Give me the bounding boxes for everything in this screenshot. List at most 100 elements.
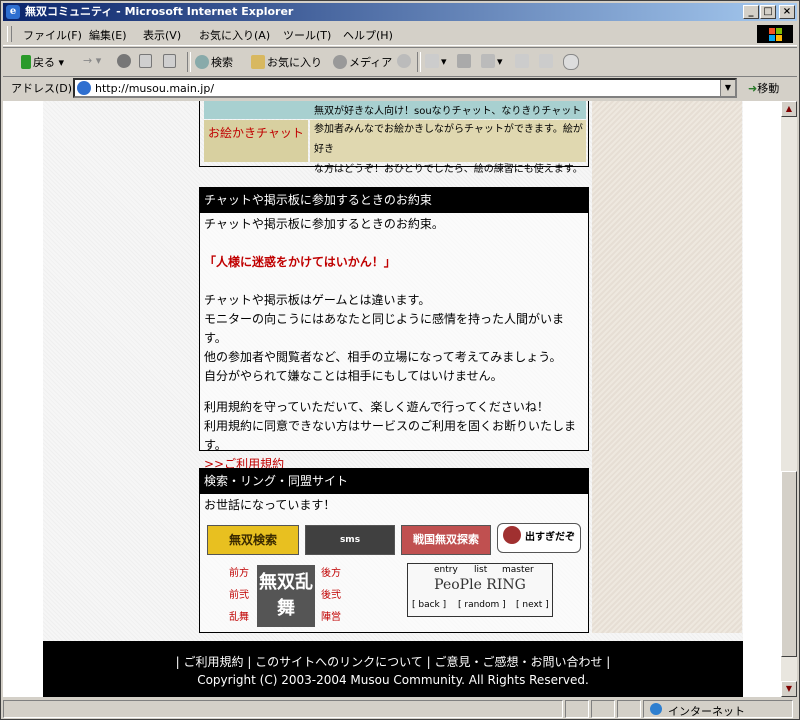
- status-cell: [617, 700, 641, 718]
- edit-icon: [481, 54, 495, 68]
- menu-favorites[interactable]: お気に入り(A): [199, 27, 270, 43]
- forward-button[interactable]: → ▾: [83, 54, 101, 67]
- address-bar: アドレス(D) http://musou.main.jp/ ▼ ➜移動: [3, 77, 797, 99]
- menu-help[interactable]: ヘルプ(H): [343, 27, 393, 43]
- address-input[interactable]: http://musou.main.jp/ ▼: [73, 78, 737, 98]
- edit-button[interactable]: ▾: [481, 54, 503, 68]
- menu-file[interactable]: ファイル(F): [23, 27, 82, 43]
- minimize-button[interactable]: _: [743, 5, 759, 19]
- discuss-icon: [515, 54, 529, 68]
- media-label: メディア: [349, 56, 393, 69]
- footer-links[interactable]: | ご利用規約 | このサイトへのリンクについて | ご意見・ご感想・お問い合わ…: [43, 653, 743, 670]
- browser-window: e 無双コミュニティ - Microsoft Internet Explorer…: [0, 0, 800, 720]
- title-bar: e 無双コミュニティ - Microsoft Internet Explorer…: [3, 3, 797, 21]
- windows-logo-icon: [757, 25, 793, 43]
- oekaki-chat-link[interactable]: お絵かきチャット: [208, 124, 304, 141]
- scroll-up-arrow-icon[interactable]: ▲: [781, 101, 797, 117]
- address-url: http://musou.main.jp/: [95, 82, 215, 95]
- chat-desc-line: な方はどうぞ！おひとりでしたら、絵の練習にも使えます。: [314, 164, 583, 175]
- discuss-button[interactable]: [515, 54, 531, 68]
- menu-edit[interactable]: 編集(E): [89, 27, 127, 43]
- favorites-icon: [251, 55, 265, 69]
- menu-tools[interactable]: ツール(T): [283, 27, 331, 43]
- research-icon: [539, 54, 553, 68]
- mail-button[interactable]: ▾: [425, 54, 447, 68]
- address-label: アドレス(D): [11, 82, 73, 95]
- ring-link-camp[interactable]: 陣営: [321, 607, 341, 629]
- status-cell: [565, 700, 589, 718]
- chat-table: 無双が好きな人向け！souなりチャット、なりきりチャットOKです。 お絵かきチャ…: [199, 101, 589, 175]
- ring-back-label: back: [418, 600, 440, 610]
- menu-grip: [7, 26, 12, 42]
- favorites-button[interactable]: お気に入り: [251, 54, 322, 70]
- chat-row-partial: 無双が好きな人向け！souなりチャット、なりきりチャットOKです。: [204, 101, 586, 132]
- menu-bar: ファイル(F) 編集(E) 表示(V) お気に入り(A) ツール(T) ヘルプ(…: [3, 23, 797, 46]
- ring-link-prev2[interactable]: 前弐: [229, 585, 249, 607]
- musou-ranbu-logo[interactable]: 無双乱舞: [257, 565, 315, 627]
- media-icon: [333, 55, 347, 69]
- refresh-button[interactable]: [139, 54, 154, 68]
- musou-search-banner[interactable]: 無双検索: [207, 525, 299, 555]
- messenger-button[interactable]: [563, 54, 581, 70]
- character-icon: [503, 526, 521, 544]
- stop-button[interactable]: [117, 54, 133, 68]
- rules-text: 利用規約を守っていただいて、楽しく遊んで行ってくださいね！: [204, 400, 549, 414]
- ring-random[interactable]: [ random ]: [458, 600, 506, 610]
- status-bar: インターネット: [3, 699, 797, 719]
- scroll-thumb[interactable]: [781, 471, 797, 657]
- address-dropdown-icon[interactable]: ▼: [720, 80, 735, 96]
- ranbu-right-links: 後方 後弐 陣営: [321, 563, 341, 629]
- rules-header: チャットや掲示板に参加するときのお約束: [200, 188, 588, 213]
- close-button[interactable]: ×: [779, 5, 795, 19]
- chat-row-oekaki: お絵かきチャット 参加者みんなでお絵かきしながらチャットができます。絵が好き な…: [204, 120, 586, 175]
- media-button[interactable]: メディア: [333, 54, 392, 70]
- stop-icon: [117, 54, 131, 68]
- go-button[interactable]: ➜移動: [748, 80, 779, 96]
- back-button[interactable]: 戻る ▾: [21, 54, 64, 70]
- rules-slogan: 「人様に迷惑をかけてはいかん！」: [204, 255, 396, 269]
- ring-next[interactable]: [ next ]: [516, 600, 549, 610]
- ring-link-ranbu[interactable]: 乱舞: [229, 607, 249, 629]
- vertical-scrollbar[interactable]: ▲ ▼: [781, 101, 797, 697]
- search-button[interactable]: 検索: [195, 54, 233, 70]
- internet-globe-icon: [650, 703, 662, 715]
- ring-title: PeoPle RING: [434, 577, 526, 593]
- forward-arrow-icon: →: [83, 54, 93, 67]
- page-viewport: 無双が好きな人向け！souなりチャット、なりきりチャットOKです。 お絵かきチャ…: [3, 101, 781, 697]
- print-icon: [457, 54, 471, 68]
- ring-link-prev[interactable]: 前方: [229, 563, 249, 585]
- rules-text: 利用規約に同意できない方はサービスのご利用を固くお断りいたします。: [204, 419, 577, 452]
- sms-banner[interactable]: sms: [305, 525, 395, 555]
- research-button[interactable]: [539, 54, 555, 68]
- chat-name-cell: お絵かきチャット: [204, 120, 308, 162]
- ring-master[interactable]: master: [502, 565, 534, 575]
- ring-link-next[interactable]: 後方: [321, 563, 341, 585]
- mail-icon: [425, 54, 439, 68]
- go-label: 移動: [757, 82, 780, 95]
- status-text-cell: [3, 700, 563, 718]
- ring-list[interactable]: list: [474, 565, 487, 575]
- rules-text: 自分がやられて嫌なことは相手にもしてはいけません。: [204, 369, 503, 383]
- ie-icon: e: [6, 5, 20, 19]
- home-button[interactable]: [163, 54, 178, 68]
- refresh-icon: [139, 54, 152, 68]
- sengoku-search-banner[interactable]: 戦国無双探索: [401, 525, 491, 555]
- scroll-down-arrow-icon[interactable]: ▼: [781, 681, 797, 697]
- print-button[interactable]: [457, 54, 473, 68]
- history-button[interactable]: [397, 54, 413, 68]
- menu-view[interactable]: 表示(V): [143, 27, 181, 43]
- zone-cell: インターネット: [643, 700, 793, 718]
- people-ring-banner: entry list master PeoPle RING [ back ] […: [407, 563, 553, 617]
- ring-back[interactable]: [ back ]: [412, 600, 446, 610]
- rules-text: モニターの向こうにはあなたと同じように感情を持った人間がいます。: [204, 312, 565, 345]
- back-label: 戻る: [33, 56, 55, 69]
- go-arrow-icon: ➜: [748, 82, 758, 95]
- ring-entry[interactable]: entry: [434, 565, 458, 575]
- zone-label: インターネット: [668, 705, 745, 718]
- home-icon: [163, 54, 176, 68]
- ring-link-next2[interactable]: 後弐: [321, 585, 341, 607]
- maximize-button[interactable]: □: [760, 5, 776, 19]
- character-banner[interactable]: 出すぎだぞ: [497, 523, 581, 553]
- links-header: 検索・リング・同盟サイト: [200, 469, 588, 494]
- rules-text: チャットや掲示板はゲームとは違います。: [204, 293, 431, 307]
